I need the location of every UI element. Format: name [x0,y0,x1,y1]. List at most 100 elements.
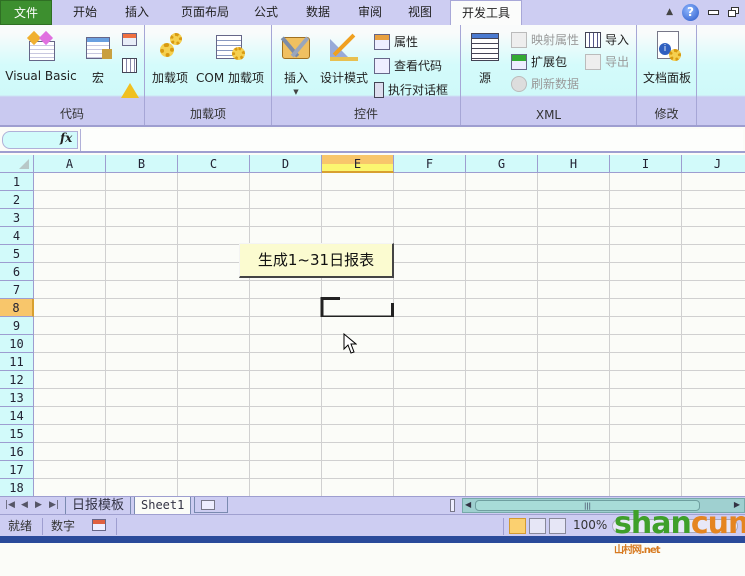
status-divider [503,518,504,535]
macros-label: 宏 [91,71,104,85]
document-panel-button[interactable]: i 文档面板 [639,31,695,86]
properties-button[interactable]: 属性 [374,33,418,50]
map-properties-button[interactable]: 映射属性 [511,31,579,48]
column-header-F[interactable]: F [394,155,466,173]
row-header-17[interactable]: 17 [0,461,34,479]
tab-developer[interactable]: 开发工具 [450,0,522,26]
fill-handle[interactable] [391,303,394,317]
macro-security-icon[interactable] [121,83,139,98]
document-panel-icon: i [651,31,683,63]
visual-basic-label: Visual Basic [5,69,77,83]
row-header-3[interactable]: 3 [0,209,34,227]
row-header-10[interactable]: 10 [0,335,34,353]
tab-page-layout[interactable]: 页面布局 [170,0,240,25]
scroll-left-icon[interactable]: ◀ [465,500,471,509]
row-header-14[interactable]: 14 [0,407,34,425]
addins-button[interactable]: 加载项 [149,31,191,86]
column-header-J[interactable]: J [682,155,745,173]
normal-view-icon[interactable] [509,518,526,534]
row-header-18[interactable]: 18 [0,479,34,497]
row-header-7[interactable]: 7 [0,281,34,299]
column-header-A[interactable]: A [34,155,106,173]
minimize-icon[interactable] [708,9,719,15]
row-header-13[interactable]: 13 [0,389,34,407]
map-properties-icon [511,31,527,48]
group-label-controls: 控件 [353,107,378,121]
tab-data[interactable]: 数据 [296,0,340,25]
relative-reference-icon[interactable] [122,58,137,73]
gridline-horizontal [34,442,745,443]
row-header-6[interactable]: 6 [0,263,34,281]
column-header-C[interactable]: C [178,155,250,173]
group-modify: i 文档面板 修改 [637,25,697,125]
select-all-button[interactable] [0,155,34,173]
view-code-button[interactable]: 查看代码 [374,57,442,74]
gridline-vertical [105,173,106,498]
insert-control-button[interactable]: 插入 ▼ [278,31,314,96]
last-sheet-icon[interactable]: ▶| [49,500,59,510]
prev-sheet-icon[interactable]: ◀ [21,500,28,510]
sheet-tab-template[interactable]: 日报模板 [65,497,132,515]
row-header-11[interactable]: 11 [0,353,34,371]
insert-function-icon[interactable]: fx [60,131,72,145]
refresh-data-button[interactable]: 刷新数据 [511,75,579,92]
insert-sheet-button[interactable] [194,497,228,513]
import-label: 导入 [605,33,630,47]
row-header-2[interactable]: 2 [0,191,34,209]
row-header-12[interactable]: 12 [0,371,34,389]
sheet-tab-sheet1[interactable]: Sheet1 [134,497,192,515]
gridline-vertical [393,173,394,498]
expansion-packs-button[interactable]: 扩展包 [511,53,567,70]
gridline-horizontal [34,406,745,407]
import-button[interactable]: 导入 [585,31,629,48]
generate-reports-button[interactable]: 生成1~31日报表 [239,243,394,278]
xml-source-button[interactable]: 源 [467,31,503,86]
row-header-1[interactable]: 1 [0,173,34,191]
zoom-level[interactable]: 100% [573,518,607,532]
row-header-8[interactable]: 8 [0,299,34,317]
page-break-view-icon[interactable] [549,518,566,534]
tab-split-handle[interactable] [450,499,455,512]
tab-view[interactable]: 视图 [398,0,442,25]
group-label-xml: XML [535,108,562,122]
design-mode-button[interactable]: 设计模式 [318,31,370,86]
tab-home[interactable]: 开始 [60,0,110,25]
row-header-5[interactable]: 5 [0,245,34,263]
column-header-D[interactable]: D [250,155,322,173]
page-layout-view-icon[interactable] [529,518,546,534]
column-header-H[interactable]: H [538,155,610,173]
column-header-I[interactable]: I [610,155,682,173]
column-header-E[interactable]: E [322,155,394,173]
record-macro-status-icon[interactable] [92,519,106,531]
run-dialog-button[interactable]: 执行对话框 [374,81,448,98]
expansion-packs-label: 扩展包 [531,55,568,69]
formula-input[interactable] [80,129,743,151]
next-sheet-icon[interactable]: ▶ [35,500,42,510]
visual-basic-button[interactable]: Visual Basic [4,30,78,83]
toolbox-icon [280,31,312,63]
column-header-B[interactable]: B [106,155,178,173]
help-icon[interactable]: ? [682,3,699,21]
insert-control-label: 插入 [283,71,308,85]
tab-insert[interactable]: 插入 [112,0,162,25]
worksheet-grid[interactable]: ABCDEFGHIJ 1 2 3 4 5 6 7 8 9 10 11 12 13 14 15 16 17 18 [0,155,745,498]
tab-file[interactable]: 文件 [0,0,52,25]
record-macro-icon[interactable] [122,33,137,46]
tab-review[interactable]: 审阅 [348,0,392,25]
run-dialog-label: 执行对话框 [388,83,449,97]
row-header-15[interactable]: 15 [0,425,34,443]
tab-formulas[interactable]: 公式 [244,0,288,25]
com-addins-button[interactable]: COM 加载项 [193,31,267,86]
export-button[interactable]: 导出 [585,53,629,70]
column-header-G[interactable]: G [466,155,538,173]
row-header-9[interactable]: 9 [0,317,34,335]
status-num-lock: 数字 [51,519,76,533]
first-sheet-icon[interactable]: |◀ [5,500,15,510]
addins-label: 加载项 [151,71,188,85]
restore-icon[interactable] [728,6,739,18]
com-addins-label: COM 加载项 [196,71,264,85]
minimize-ribbon-icon[interactable]: ▲ [666,7,673,17]
macros-button[interactable]: 宏 [80,31,116,86]
row-header-4[interactable]: 4 [0,227,34,245]
row-header-16[interactable]: 16 [0,443,34,461]
